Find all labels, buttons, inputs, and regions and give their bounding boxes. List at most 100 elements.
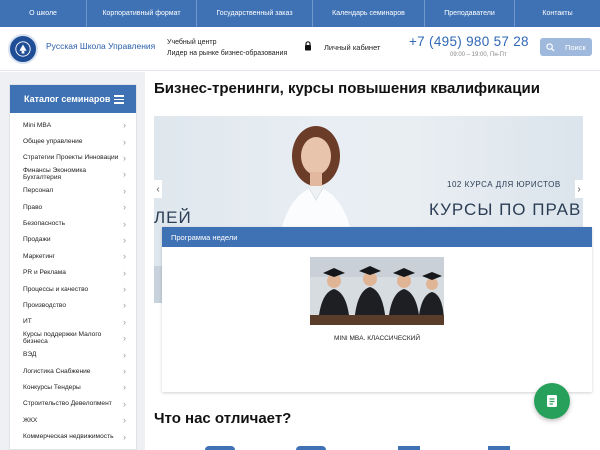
chevron-right-icon: › bbox=[123, 316, 126, 327]
chevron-right-icon: › bbox=[123, 218, 126, 229]
floating-action-button[interactable] bbox=[534, 383, 570, 419]
nav-calendar[interactable]: Календарь семинаров bbox=[313, 0, 425, 27]
catalog-item-label: Логистика Снабжение bbox=[23, 367, 91, 375]
chevron-right-icon: › bbox=[123, 185, 126, 196]
catalog-item[interactable]: Право › bbox=[10, 199, 136, 215]
catalog-title: Каталог семинаров bbox=[24, 94, 111, 104]
catalog-item[interactable]: PR и Реклама › bbox=[10, 265, 136, 281]
nav-corporate[interactable]: Корпоративный формат bbox=[87, 0, 197, 27]
tagline-line-2: Лидер на рынке бизнес-образования bbox=[167, 50, 288, 57]
catalog-item[interactable]: Производство › bbox=[10, 297, 136, 313]
catalog-item-label: Конкурсы Тендеры bbox=[23, 383, 81, 391]
catalog-item[interactable]: Mini MBA › bbox=[10, 117, 136, 133]
phone-number[interactable]: +7 (495) 980 57 28 bbox=[409, 34, 529, 49]
catalog-item-label: Персонал bbox=[23, 187, 54, 195]
catalog-item-label: Процессы и качество bbox=[23, 285, 89, 293]
nav-contacts[interactable]: Контакты bbox=[515, 0, 600, 27]
chevron-right-icon: › bbox=[123, 267, 126, 278]
document-icon bbox=[547, 395, 557, 407]
tagline: Учебный центр Лидер на рынке бизнес-обра… bbox=[167, 37, 287, 59]
catalog-header[interactable]: Каталог семинаров bbox=[10, 85, 136, 113]
catalog-item-label: Строительство Девелопмент bbox=[23, 400, 112, 408]
program-caption[interactable]: MINI MBA. КЛАССИЧЕСКИЙ bbox=[162, 335, 592, 342]
advantage-icon-peek bbox=[205, 446, 235, 450]
site-header: Русская Школа Управления Учебный центр Л… bbox=[0, 27, 600, 71]
catalog-item-label: ИТ bbox=[23, 318, 32, 326]
catalog-item-label: Продажи bbox=[23, 236, 51, 244]
catalog-item[interactable]: Общее управление › bbox=[10, 133, 136, 149]
chevron-right-icon: › bbox=[123, 398, 126, 409]
catalog-item[interactable]: Стратегии Проекты Инновации › bbox=[10, 150, 136, 166]
catalog-item-label: Общее управление bbox=[23, 138, 83, 146]
school-emblem-icon[interactable] bbox=[8, 34, 38, 64]
chevron-right-icon: › bbox=[123, 366, 126, 377]
banner-headline: КУРСЫ ПО ПРАВ bbox=[429, 200, 582, 219]
catalog-item[interactable]: Курсы поддержки Малого бизнеса › bbox=[10, 330, 136, 346]
catalog-item[interactable]: Процессы и качество › bbox=[10, 281, 136, 297]
catalog-item-label: PR и Реклама bbox=[23, 269, 66, 277]
chevron-right-icon: › bbox=[123, 415, 126, 426]
chevron-right-icon: › bbox=[123, 136, 126, 147]
graduates-photo[interactable] bbox=[310, 257, 444, 325]
banner-next-arrow[interactable]: › bbox=[575, 180, 583, 198]
catalog-item[interactable]: Продажи › bbox=[10, 232, 136, 248]
chevron-right-icon: › bbox=[123, 382, 126, 393]
banner-subtitle: 102 КУРСА ДЛЯ ЮРИСТОВ bbox=[447, 180, 561, 189]
catalog-item[interactable]: Конкурсы Тендеры › bbox=[10, 379, 136, 395]
catalog-item-label: Mini MBA bbox=[23, 121, 52, 129]
catalog-item-label: Право bbox=[23, 203, 43, 211]
lock-icon bbox=[305, 41, 311, 51]
seminar-catalog: Каталог семинаров Mini MBA › Общее управл… bbox=[9, 84, 137, 450]
catalog-item[interactable]: Логистика Снабжение › bbox=[10, 363, 136, 379]
catalog-item[interactable]: Маркетинг › bbox=[10, 248, 136, 264]
catalog-item-label: Производство bbox=[23, 301, 66, 309]
section-title-advantages: Что нас отличает? bbox=[154, 410, 292, 427]
catalog-item-label: Курсы поддержки Малого бизнеса bbox=[23, 331, 102, 346]
search-icon bbox=[546, 42, 555, 52]
banner-prev-arrow[interactable]: ‹ bbox=[154, 180, 162, 198]
catalog-item[interactable]: ИТ › bbox=[10, 314, 136, 330]
program-of-week-card: Программа недели MINI MBA. КЛАССИЧЕСКИЙ bbox=[162, 227, 592, 392]
chevron-right-icon: › bbox=[123, 169, 126, 180]
banner-left-text: ЛЕЙ bbox=[154, 208, 192, 227]
chevron-right-icon: › bbox=[123, 120, 126, 131]
chevron-right-icon: › bbox=[123, 251, 126, 262]
search-button[interactable]: Поиск bbox=[540, 38, 592, 56]
catalog-list: Mini MBA › Общее управление › Стратегии Пр… bbox=[10, 113, 136, 445]
catalog-item-label: Маркетинг bbox=[23, 252, 56, 260]
catalog-item-label: Стратегии Проекты Инновации bbox=[23, 154, 119, 162]
catalog-item[interactable]: Финансы Экономика Бухгалтерия › bbox=[10, 166, 136, 182]
top-navigation: О школе Корпоративный формат Государстве… bbox=[0, 0, 600, 27]
catalog-item[interactable]: Персонал › bbox=[10, 183, 136, 199]
catalog-item[interactable]: ВЭД › bbox=[10, 346, 136, 362]
burger-menu-icon[interactable] bbox=[114, 95, 124, 104]
catalog-item-label: Коммерческая недвижимость bbox=[23, 433, 114, 441]
working-hours: 09:00 – 19:00, Пн-Пт bbox=[450, 52, 507, 58]
catalog-item-label: ЖКХ bbox=[23, 416, 38, 424]
chevron-right-icon: › bbox=[123, 333, 126, 344]
advantage-icon-peek bbox=[398, 446, 420, 450]
tagline-line-1: Учебный центр bbox=[167, 39, 217, 46]
catalog-item-label: ВЭД bbox=[23, 351, 37, 359]
catalog-item-label: Финансы Экономика Бухгалтерия bbox=[23, 167, 87, 182]
personal-cabinet-link[interactable]: Личный кабинет bbox=[324, 43, 380, 52]
chevron-right-icon: › bbox=[123, 349, 126, 360]
page-title: Бизнес-тренинги, курсы повышения квалифи… bbox=[154, 80, 540, 97]
logo-text[interactable]: Русская Школа Управления bbox=[46, 41, 155, 51]
chevron-right-icon: › bbox=[123, 202, 126, 213]
chevron-right-icon: › bbox=[123, 300, 126, 311]
chevron-right-icon: › bbox=[123, 431, 126, 442]
nav-state-order[interactable]: Государственный заказ bbox=[197, 0, 313, 27]
chevron-right-icon: › bbox=[123, 234, 126, 245]
nav-about[interactable]: О школе bbox=[0, 0, 87, 27]
chevron-right-icon: › bbox=[123, 152, 126, 163]
advantage-icon-peek bbox=[296, 446, 326, 450]
program-of-week-title: Программа недели bbox=[162, 227, 592, 247]
nav-teachers[interactable]: Преподаватели bbox=[425, 0, 515, 27]
advantage-icon-peek bbox=[488, 446, 510, 450]
catalog-item[interactable]: Коммерческая недвижимость › bbox=[10, 428, 136, 444]
catalog-item[interactable]: Безопасность › bbox=[10, 215, 136, 231]
catalog-item-label: Безопасность bbox=[23, 220, 66, 228]
catalog-item[interactable]: Строительство Девелопмент › bbox=[10, 396, 136, 412]
catalog-item[interactable]: ЖКХ › bbox=[10, 412, 136, 428]
